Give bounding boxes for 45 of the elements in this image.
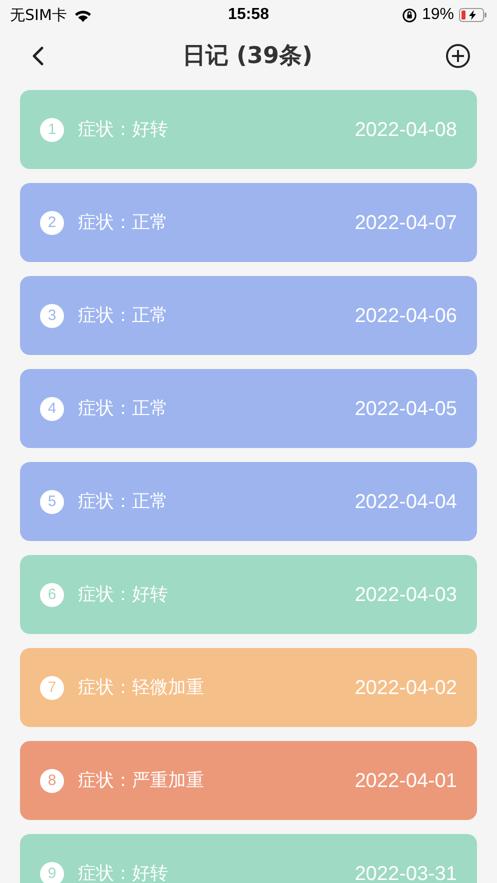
entry-number: 9 — [40, 862, 64, 883]
carrier-label: 无SIM卡 — [10, 4, 67, 26]
entry-symptom: 症状：好转 — [78, 583, 169, 607]
add-button[interactable] — [445, 43, 471, 69]
diary-entry-card[interactable]: 7 症状：轻微加重 2022-04-02 — [20, 648, 477, 727]
diary-entry-card[interactable]: 8 症状：严重加重 2022-04-01 — [20, 741, 477, 820]
entry-symptom: 症状：轻微加重 — [78, 676, 205, 700]
entry-symptom: 症状：好转 — [78, 862, 169, 883]
diary-entry-card[interactable]: 5 症状：正常 2022-04-04 — [20, 462, 477, 541]
page-title: 日记 (39条) — [181, 42, 314, 71]
entry-symptom: 症状：正常 — [78, 490, 169, 514]
diary-entry-card[interactable]: 2 症状：正常 2022-04-07 — [20, 183, 477, 262]
diary-entry-card[interactable]: 4 症状：正常 2022-04-05 — [20, 369, 477, 448]
entry-date: 2022-04-01 — [354, 768, 457, 794]
entry-number: 7 — [40, 676, 64, 700]
entry-date: 2022-04-05 — [354, 396, 457, 422]
back-chevron-icon — [31, 45, 45, 67]
entry-number: 5 — [40, 490, 64, 514]
status-time: 15:58 — [228, 5, 269, 25]
entry-number: 6 — [40, 582, 64, 606]
battery-percent: 19% — [422, 5, 454, 25]
rotation-lock-icon — [402, 8, 417, 22]
entry-symptom: 症状：严重加重 — [78, 769, 205, 793]
entry-date: 2022-04-02 — [354, 676, 457, 700]
diary-entry-card[interactable]: 1 症状：好转 2022-04-08 — [20, 90, 477, 169]
entry-date: 2022-04-07 — [354, 210, 457, 236]
entry-number: 1 — [40, 118, 64, 142]
diary-entry-card[interactable]: 3 症状：正常 2022-04-06 — [20, 276, 477, 355]
entry-symptom: 症状：正常 — [78, 304, 169, 328]
plus-circle-icon — [445, 43, 471, 69]
diary-entry-card[interactable]: 6 症状：好转 2022-04-03 — [20, 555, 477, 634]
diary-entry-card[interactable]: 9 症状：好转 2022-03-31 — [20, 834, 477, 883]
entry-symptom: 症状：好转 — [78, 118, 169, 142]
entry-symptom: 症状：正常 — [78, 211, 169, 235]
entry-date: 2022-04-06 — [354, 304, 457, 328]
entry-number: 4 — [40, 396, 64, 420]
battery-charging-icon — [459, 8, 488, 22]
entry-date: 2022-04-08 — [354, 118, 457, 142]
entry-number: 2 — [40, 210, 64, 234]
entry-number: 3 — [40, 304, 64, 328]
entry-number: 8 — [40, 768, 64, 792]
entry-date: 2022-04-03 — [354, 582, 457, 608]
entry-symptom: 症状：正常 — [78, 397, 169, 421]
entry-date: 2022-03-31 — [354, 862, 457, 883]
entry-date: 2022-04-04 — [354, 490, 457, 514]
